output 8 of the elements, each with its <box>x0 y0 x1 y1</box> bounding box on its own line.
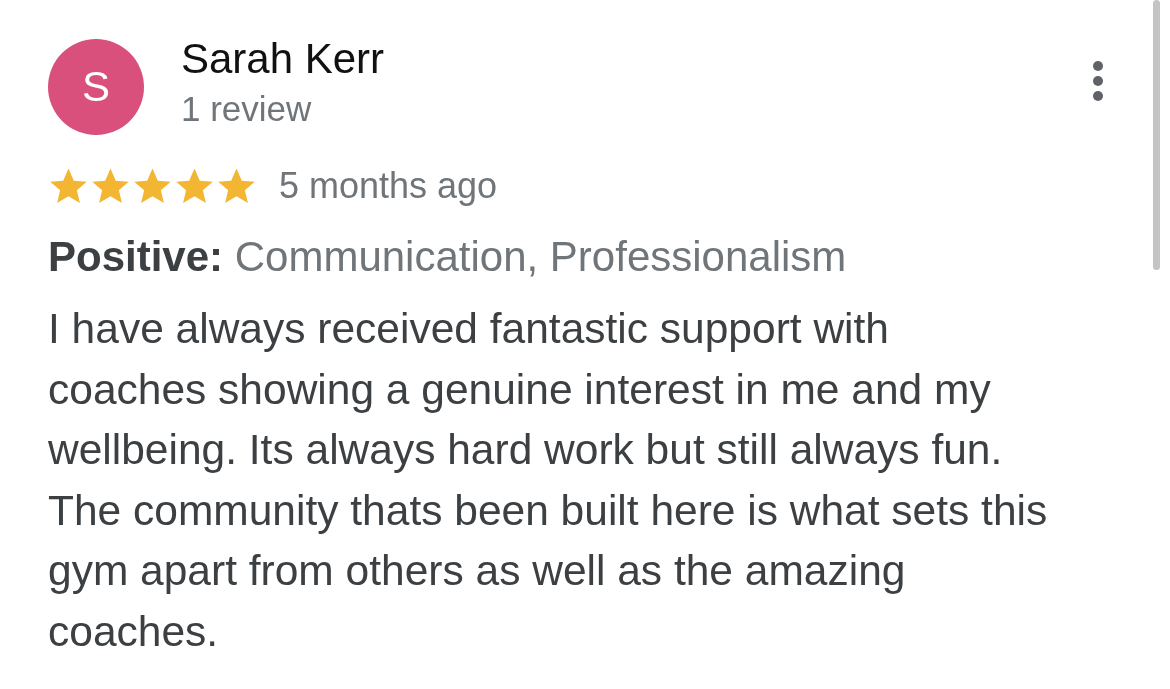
review-text: I have always received fantastic support with coaches showing a genuine interest in me and my wellbeing. Its always hard work but still always fun. The community thats been built here is what sets this gym apart from others as well as the amazing coaches. <box>48 304 1049 657</box>
review-date: 5 months ago <box>279 165 498 207</box>
review-highlights: Positive: Communication, Professionalism <box>48 233 848 281</box>
scrollbar[interactable] <box>1153 0 1160 270</box>
review-count: 1 review <box>181 89 313 129</box>
more-options-icon[interactable] <box>1091 60 1105 102</box>
avatar: S <box>48 39 144 135</box>
reviewer-name[interactable]: Sarah Kerr <box>181 35 385 83</box>
